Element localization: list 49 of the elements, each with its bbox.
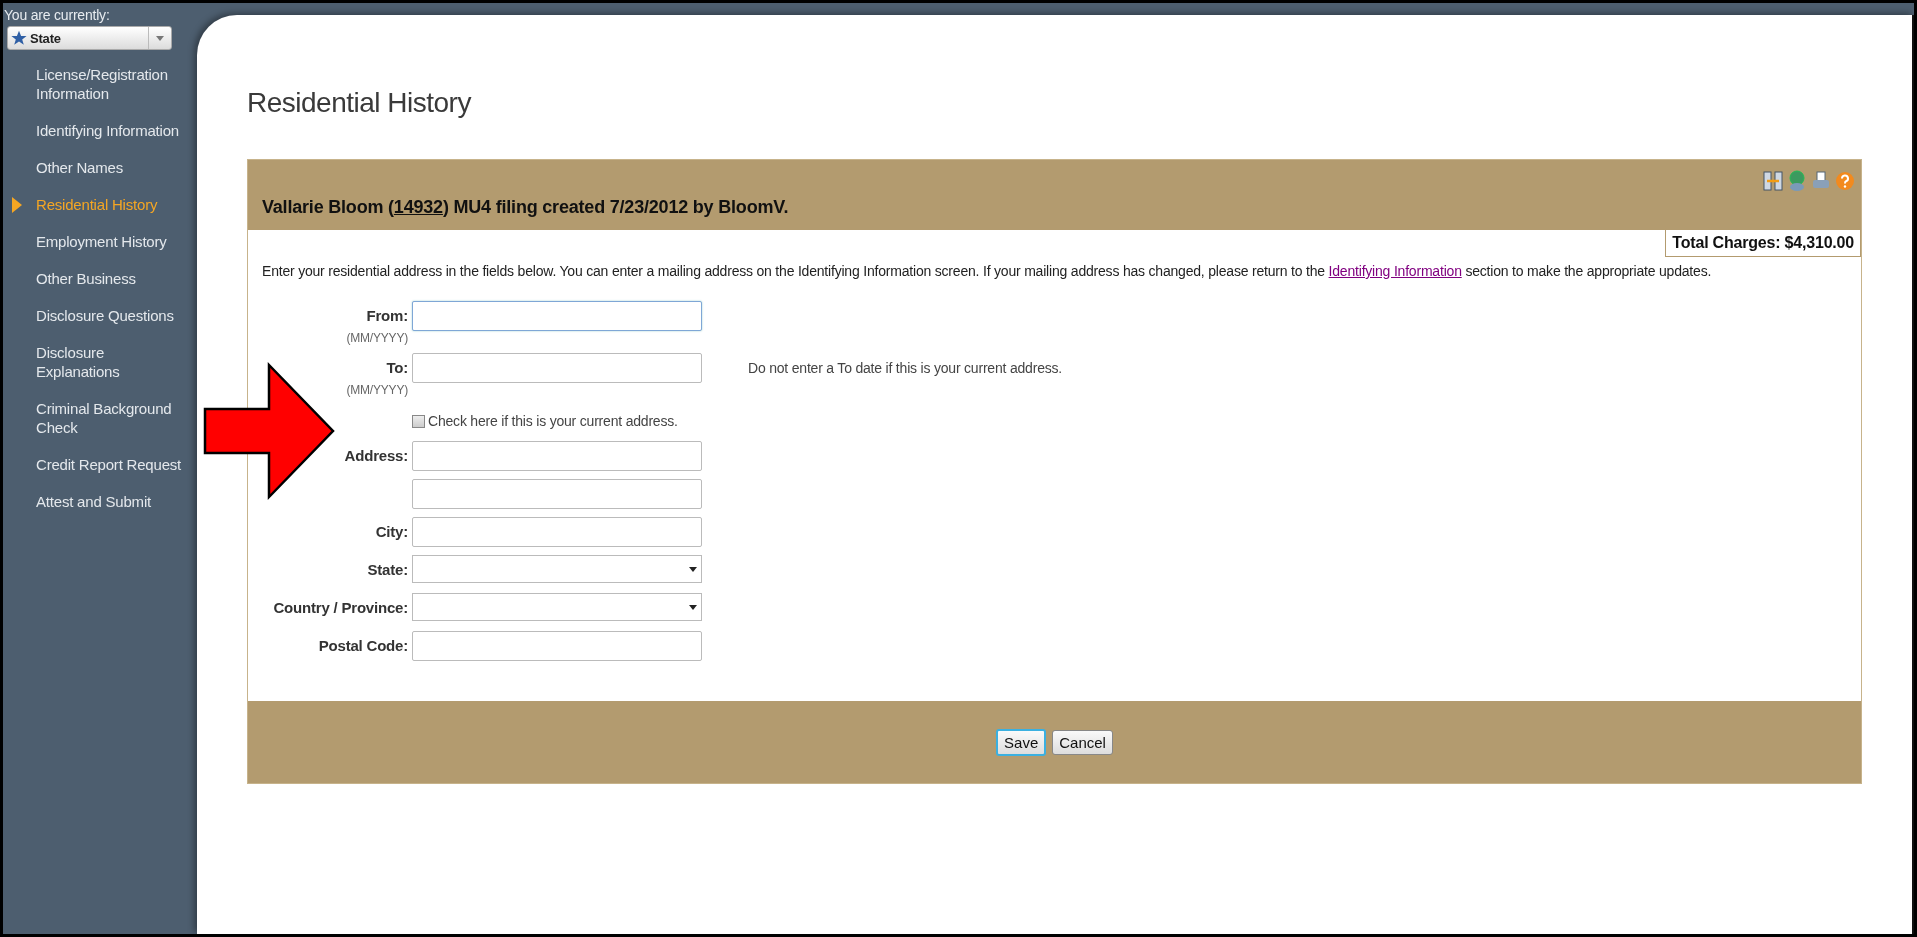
columns-icon[interactable]	[1763, 170, 1783, 192]
instructions-text: Enter your residential address in the fields below. You can enter a mailing address on the Identifying Information screen. If your mailing address has changed, please return to the Identifying Information section to make the appropriate updates.	[261, 262, 1713, 281]
field-note: Do not enter a To date if this is your current address.	[747, 359, 1064, 378]
checkbox-label: Check here if this is your current address.	[428, 413, 678, 429]
total-charges: Total Charges: $4,310.00	[1665, 230, 1861, 257]
field-label: Postal Code:	[318, 636, 408, 656]
caret-icon	[689, 604, 697, 610]
sidebar-item[interactable]: Residential History	[36, 195, 158, 214]
sidebar-item[interactable]: Disclosure Questions	[36, 306, 174, 325]
selection-marker-icon	[12, 197, 22, 213]
text-field[interactable]	[412, 301, 702, 331]
star-icon	[11, 30, 27, 46]
checkbox[interactable]	[412, 414, 425, 428]
select-field[interactable]	[412, 593, 702, 621]
sidebar-item[interactable]: Identifying Information	[36, 121, 179, 140]
date-format-hint: (MM/YYYY)	[346, 383, 408, 397]
filing-id-link[interactable]: 14932	[393, 197, 443, 217]
caret-icon	[689, 566, 697, 572]
page-title: Residential History	[247, 87, 471, 119]
filing-title: Vallarie Bloom (14932) MU4 filing created 7/23/2012 by BloomV.	[262, 197, 789, 218]
field-label: To:	[386, 358, 408, 378]
field-label: Address:	[344, 446, 408, 466]
arrow-icon	[203, 361, 335, 501]
text-field[interactable]	[412, 517, 702, 547]
field-label: State:	[367, 560, 408, 580]
field-label: From:	[366, 306, 408, 326]
help-icon[interactable]	[1835, 170, 1855, 192]
text-field[interactable]	[412, 441, 702, 471]
sidebar-item[interactable]: Employment History	[36, 232, 167, 251]
sidebar-item[interactable]: Other Names	[36, 158, 123, 177]
sidebar-item[interactable]: License/Registration Information	[36, 65, 189, 103]
text-field[interactable]	[412, 353, 702, 383]
form-button[interactable]: Cancel	[1052, 729, 1113, 755]
identifying-information-link[interactable]: Identifying Information	[1328, 263, 1462, 279]
sidebar-item[interactable]: Other Business	[36, 269, 136, 288]
sidebar-item[interactable]: Disclosure Explanations	[36, 343, 189, 381]
context-dropdown[interactable]: State	[7, 26, 172, 50]
field-label: City:	[375, 522, 408, 542]
form-button[interactable]: Save	[996, 728, 1047, 756]
select-field[interactable]	[412, 555, 702, 583]
field-label: Country / Province:	[273, 598, 408, 618]
caret-icon	[156, 35, 164, 41]
sidebar-item[interactable]: Criminal Background Check	[36, 399, 189, 437]
context-label: You are currently:	[3, 7, 111, 23]
text-field[interactable]	[412, 631, 702, 661]
date-format-hint: (MM/YYYY)	[346, 331, 408, 345]
sidebar-item[interactable]: Attest and Submit	[36, 492, 151, 511]
text-field[interactable]	[412, 479, 702, 509]
sidebar-item[interactable]: Credit Report Request	[36, 455, 182, 474]
